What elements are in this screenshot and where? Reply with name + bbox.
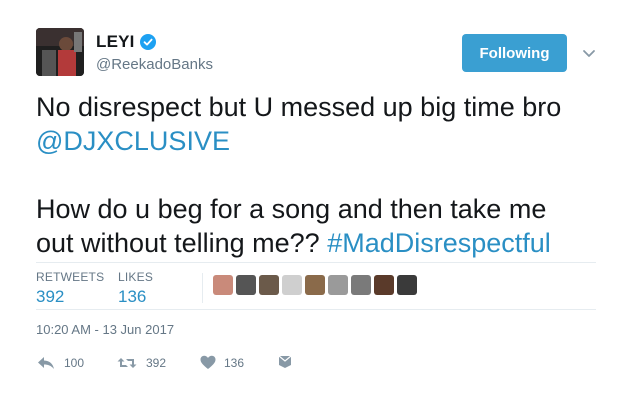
mention-link[interactable]: @DJXCLUSIVE [36,126,230,156]
retweets-count[interactable]: 392 [36,287,104,307]
tweet-timestamp[interactable]: 10:20 AM - 13 Jun 2017 [36,322,174,337]
name-row: LEYI [96,32,156,52]
retweet-icon [116,355,138,371]
tweet-line: How do u beg for a song and then take me [36,194,547,224]
following-button[interactable]: Following [462,34,567,72]
liker-avatar[interactable] [351,275,371,295]
retweet-count: 392 [146,356,167,370]
liker-avatar[interactable] [259,275,279,295]
envelope-icon [278,355,292,371]
tweet-stats: RETWEETS 392 LIKES 136 [36,262,596,310]
liker-avatar[interactable] [397,275,417,295]
liker-avatar[interactable] [213,275,233,295]
direct-message-button[interactable] [278,355,292,371]
retweets-label: RETWEETS [36,270,105,284]
display-name[interactable]: LEYI [96,32,135,52]
reply-icon [36,355,56,371]
tweet-text: No disrespect but U messed up big time b… [36,90,596,260]
reply-button[interactable]: 100 [36,355,84,371]
tweet-line: No disrespect but U messed up big time b… [36,92,562,122]
tweet-line: out without telling me?? [36,228,328,258]
liker-avatar[interactable] [305,275,325,295]
stats-divider [202,273,203,303]
liker-avatar[interactable] [282,275,302,295]
liker-avatar[interactable] [374,275,394,295]
like-button[interactable]: 136 [200,355,244,370]
likes-stat[interactable]: LIKES 136 [118,270,153,307]
like-count: 136 [224,355,245,370]
heart-icon [200,355,216,370]
likers-avatars [213,275,420,295]
user-handle[interactable]: @ReekadoBanks [96,56,213,73]
liker-avatar[interactable] [236,275,256,295]
retweets-stat[interactable]: RETWEETS 392 [36,270,104,307]
likes-label: LIKES [118,270,154,284]
avatar[interactable] [36,28,84,76]
tweet-actions: 100 392 136 [36,355,336,379]
chevron-down-icon[interactable] [582,46,596,57]
retweet-button[interactable]: 392 [116,355,166,371]
verified-badge-icon [139,34,156,50]
hashtag-link[interactable]: #MadDisrespectful [327,228,551,258]
liker-avatar[interactable] [328,275,348,295]
reply-count: 100 [64,356,85,370]
likes-count[interactable]: 136 [118,287,153,307]
